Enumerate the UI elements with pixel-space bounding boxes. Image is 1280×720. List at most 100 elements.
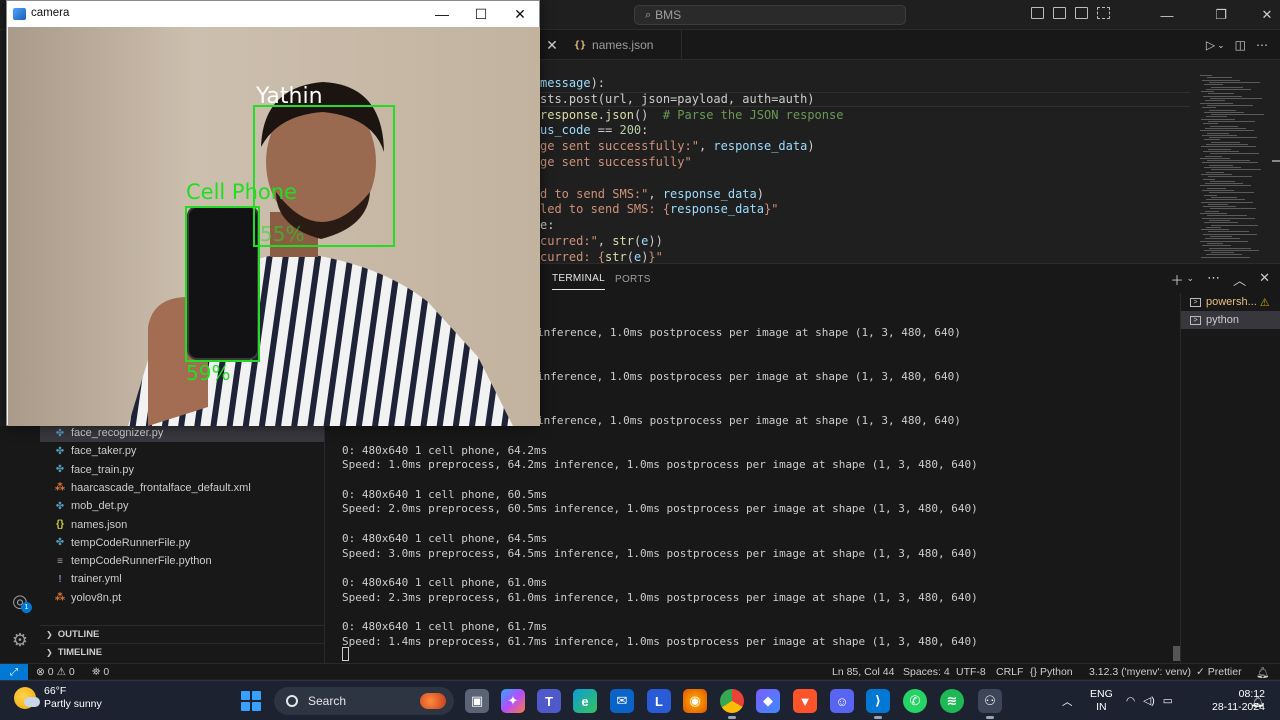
terminal-session-python[interactable]: > python (1181, 311, 1280, 329)
code-line: d to send SMS:", response_data) (540, 187, 843, 203)
minimize-button[interactable]: — (422, 1, 462, 27)
l-app-icon[interactable]: L (647, 689, 671, 713)
search-icon (286, 695, 298, 707)
discord-icon[interactable]: ☺ (830, 689, 854, 713)
code-editor[interactable]: message): sts.post(url, json=payload, aut… (540, 60, 1280, 263)
code-token: 200 (619, 123, 642, 138)
explorer-file[interactable]: ! trainer.yml (40, 570, 324, 588)
explorer-file[interactable]: ✤ mob_det.py (40, 497, 324, 515)
json-file-icon: {} (56, 519, 64, 530)
indentation[interactable]: Spaces: 4 (903, 665, 950, 679)
tab-names-json[interactable]: {} names.json (564, 30, 683, 60)
minimap-line (1206, 88, 1251, 90)
taskbar-search[interactable]: Search (274, 687, 454, 715)
section-outline[interactable]: ❯ OUTLINE (40, 625, 324, 643)
language-indicator[interactable]: ENG IN (1090, 681, 1113, 720)
notification-icon[interactable]: 🔔︎ (1251, 681, 1264, 720)
camera-titlebar[interactable]: camera — ☐ ✕ (7, 1, 539, 27)
minimize-button[interactable]: — (1144, 0, 1190, 30)
vscode-icon[interactable]: ⟩ (866, 689, 890, 719)
cursor-position[interactable]: Ln 85, Col 44 (832, 665, 894, 679)
copilot-icon[interactable]: ✦ (501, 689, 525, 713)
minimap-line (1209, 81, 1260, 83)
windows-start-icon[interactable] (241, 691, 261, 711)
toggle-secondary-sidebar-icon[interactable] (1075, 7, 1088, 19)
tab-close-icon[interactable]: ✕ (540, 30, 564, 60)
mail-icon[interactable]: ✉ (610, 689, 634, 713)
video-editor-icon[interactable]: ◆ (756, 689, 780, 713)
close-button[interactable]: ✕ (500, 1, 540, 27)
code-token: ) (807, 139, 815, 154)
restore-button[interactable]: ❐ (1198, 0, 1244, 30)
encoding[interactable]: UTF-8 (956, 665, 986, 679)
camera-window[interactable]: camera — ☐ ✕ Yathin 55% Cell Phone 59% (6, 0, 540, 426)
tab-terminal[interactable]: TERMINAL (552, 267, 605, 290)
section-label: OUTLINE (57, 629, 100, 640)
line-endings[interactable]: CRLF (996, 665, 1023, 679)
python-camera-icon[interactable]: ⚇ (978, 689, 1002, 719)
chevron-down-icon[interactable]: ⌄ (1217, 38, 1225, 52)
ports-indicator[interactable]: ⛯ 0 (92, 665, 109, 679)
minimap-line (1205, 238, 1240, 240)
customize-layout-icon[interactable] (1097, 7, 1110, 19)
run-icon[interactable]: ▷ (1206, 38, 1215, 52)
explorer-file[interactable]: ✤ face_train.py (40, 461, 324, 479)
chevron-down-icon[interactable]: ⌄ (1187, 270, 1195, 289)
gear-icon[interactable]: ⚙ (9, 629, 31, 651)
terminal-scrollbar[interactable] (1171, 293, 1180, 663)
toggle-panel-icon[interactable] (1053, 7, 1066, 19)
python-interpreter[interactable]: 3.12.3 ('myenv': venv) (1089, 665, 1191, 679)
maximize-button[interactable]: ☐ (461, 1, 501, 27)
new-terminal-icon[interactable]: ＋ (1171, 270, 1184, 289)
terminal-session-powershell[interactable]: > powersh... ⚠ (1181, 293, 1280, 311)
split-editor-icon[interactable]: ◫ (1235, 38, 1246, 52)
whatsapp-icon[interactable]: ✆ (903, 689, 927, 713)
remote-indicator-icon[interactable]: ⤢ (0, 664, 28, 680)
command-center-search[interactable]: ⌕ BMS (634, 5, 906, 25)
spotify-icon[interactable]: ≋ (940, 689, 964, 713)
scrollbar-thumb[interactable] (1173, 646, 1180, 661)
language-mode[interactable]: {} Python (1030, 665, 1073, 679)
explorer-file[interactable]: {} names.json (40, 516, 324, 534)
more-actions-icon[interactable]: ⋯ (1256, 38, 1268, 52)
maximize-panel-icon[interactable]: ︿ (1233, 270, 1246, 289)
edge-icon[interactable]: e (573, 689, 597, 713)
system-tray[interactable]: ◠ ◁) ▭ (1126, 681, 1173, 720)
minimap-line (1204, 222, 1238, 224)
problems-indicator[interactable]: ⊗ 0 ⚠ 0 (36, 665, 75, 679)
close-panel-icon[interactable]: ✕ (1259, 270, 1270, 289)
explorer-file[interactable]: ✤ face_taker.py (40, 442, 324, 460)
search-label: Search (308, 694, 347, 708)
explorer-file[interactable]: ⁂ yolov8n.pt (40, 589, 324, 607)
explorer-file[interactable]: ✤ face_recognizer.py (40, 424, 324, 442)
teams-icon[interactable]: T (537, 689, 561, 713)
chrome-icon[interactable] (720, 689, 744, 719)
error-count: 0 (47, 666, 54, 678)
explorer-file[interactable]: ✤ tempCodeRunnerFile.py (40, 534, 324, 552)
code-token: : (641, 123, 649, 138)
more-actions-icon[interactable]: ⋯ (1207, 270, 1220, 289)
section-timeline[interactable]: ❯ TIMELINE (40, 643, 324, 661)
weather-widget[interactable]: 66°F Partly sunny (14, 685, 102, 711)
phone (187, 206, 259, 360)
notifications-bell-icon[interactable]: 🔔︎ (1256, 665, 1269, 679)
task-view-icon[interactable]: ▣ (465, 689, 489, 713)
explorer-file[interactable]: ≡ tempCodeRunnerFile.python (40, 552, 324, 570)
code-token: response (540, 107, 598, 122)
code-token: , (597, 233, 613, 248)
minimap[interactable] (1200, 75, 1270, 263)
toggle-sidebar-icon[interactable] (1031, 7, 1044, 19)
py-file-icon: ✤ (55, 464, 65, 476)
close-button[interactable]: ✕ (1244, 0, 1280, 30)
minimap-line (1207, 160, 1250, 162)
explorer-file[interactable]: ⁂ haarcascade_frontalface_default.xml (40, 479, 324, 497)
prettier-status[interactable]: ✓ Prettier (1196, 665, 1242, 679)
code-token: response_data (713, 139, 808, 154)
show-hidden-icons[interactable]: ︿ (1062, 681, 1073, 720)
minimap-line (1203, 95, 1242, 97)
firefox-icon[interactable]: ◉ (683, 689, 707, 713)
tab-ports[interactable]: PORTS (615, 264, 651, 294)
terminal-line: Speed: 2.0ms preprocess, 60.5ms inferenc… (342, 502, 978, 516)
brave-icon[interactable]: ▼ (793, 689, 817, 713)
code-token: , (698, 139, 714, 154)
